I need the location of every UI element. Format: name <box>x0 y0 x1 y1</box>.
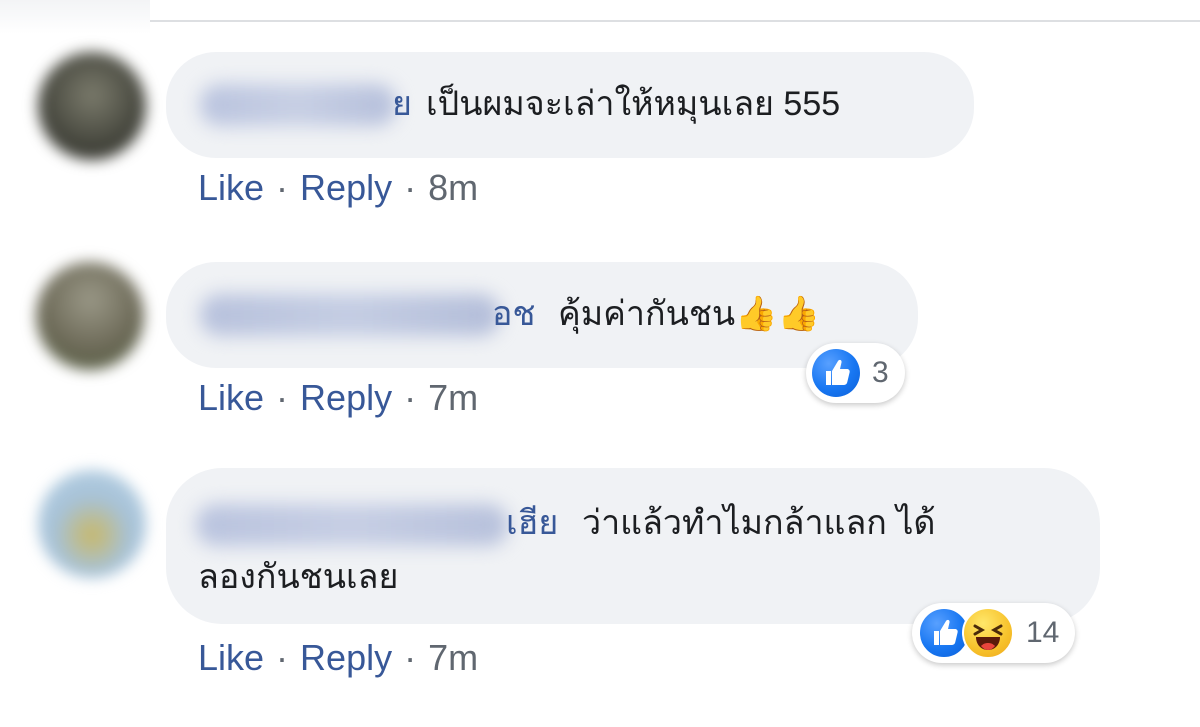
comment-text: คุ้มค่ากันชน👍👍 <box>558 295 820 333</box>
separator: · <box>276 167 289 208</box>
comment-thread: ย เป็นผมจะเล่าให้หมุนเลย 555 Like · Reply ·… <box>0 0 1200 727</box>
comment-bubble: ย เป็นผมจะเล่าให้หมุนเลย 555 <box>166 52 974 158</box>
commenter-name[interactable]: อช <box>492 289 536 339</box>
avatar[interactable] <box>38 470 146 578</box>
avatar[interactable] <box>36 262 144 370</box>
like-link[interactable]: Like <box>198 377 264 418</box>
separator: · <box>276 377 289 418</box>
reaction-summary[interactable]: 14 <box>912 603 1076 663</box>
haha-icon <box>962 607 1014 659</box>
comment-text-line-1: ว่าแล้วทำไมกล้าแลก ได้ <box>582 504 936 542</box>
separator: · <box>404 167 417 208</box>
comment-bubble: อช คุ้มค่ากันชน👍👍 <box>166 262 918 368</box>
reaction-count: 3 <box>872 356 889 389</box>
commenter-name-redacted[interactable] <box>196 504 508 546</box>
timestamp-link[interactable]: 7m <box>428 637 478 678</box>
comment-bubble: เฮีย ว่าแล้วทำไมกล้าแลก ได้ ลองกันชนเลย <box>166 468 1100 624</box>
comment-actions: Like · Reply · 7m <box>198 636 478 680</box>
like-link[interactable]: Like <box>198 167 264 208</box>
separator: · <box>276 637 289 678</box>
reaction-summary[interactable]: 3 <box>806 343 905 403</box>
divider <box>150 20 1200 22</box>
avatar[interactable] <box>38 52 146 160</box>
timestamp-link[interactable]: 8m <box>428 167 478 208</box>
reply-link[interactable]: Reply <box>300 167 392 208</box>
top-left-shade <box>0 0 150 34</box>
like-link[interactable]: Like <box>198 637 264 678</box>
comment-text: เป็นผมจะเล่าให้หมุนเลย 555 <box>426 85 841 123</box>
comment-actions: Like · Reply · 8m <box>198 166 478 210</box>
reply-link[interactable]: Reply <box>300 377 392 418</box>
commenter-name-redacted[interactable] <box>200 84 396 126</box>
separator: · <box>404 637 417 678</box>
like-icon <box>812 349 860 397</box>
commenter-name[interactable]: ย <box>392 79 412 129</box>
reaction-count: 14 <box>1026 616 1060 649</box>
commenter-name[interactable]: เฮีย <box>506 498 558 548</box>
reply-link[interactable]: Reply <box>300 637 392 678</box>
separator: · <box>404 377 417 418</box>
timestamp-link[interactable]: 7m <box>428 377 478 418</box>
comment-text-line-2: ลองกันชนเลย <box>198 558 399 596</box>
commenter-name-redacted[interactable] <box>200 294 500 336</box>
comment-actions: Like · Reply · 7m <box>198 376 478 420</box>
